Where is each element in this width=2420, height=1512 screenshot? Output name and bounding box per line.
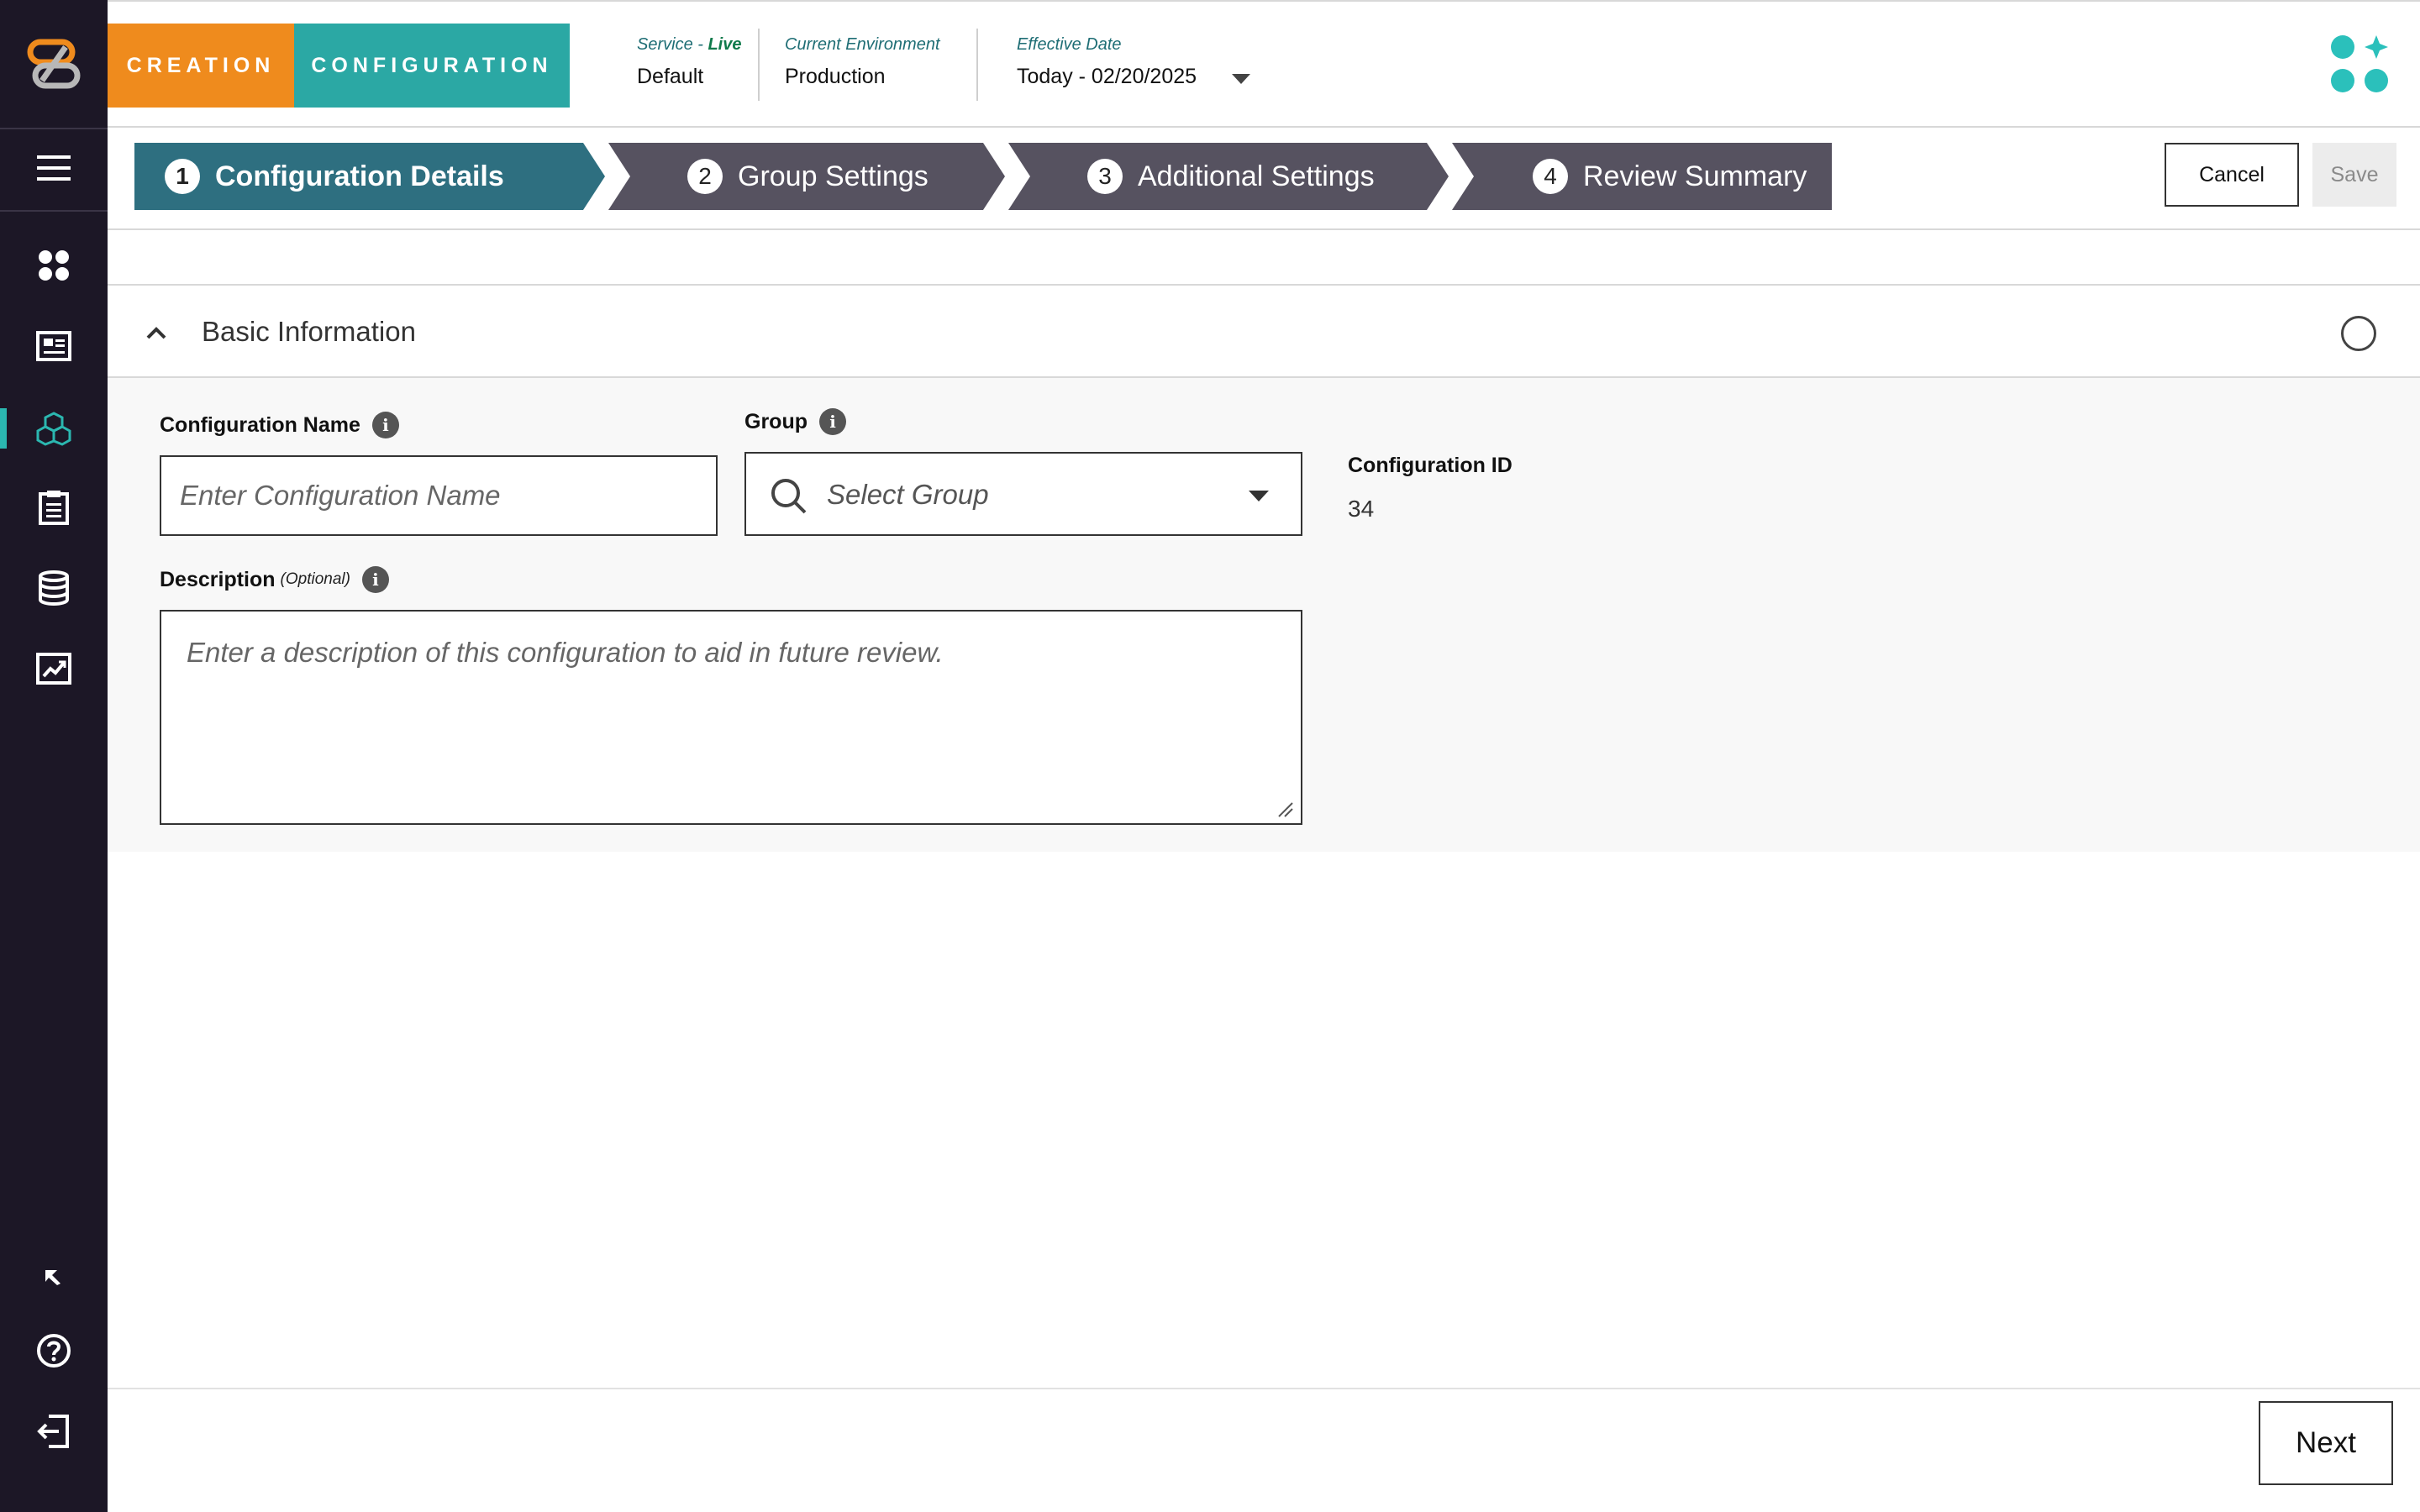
info-icon[interactable]: i [371,412,399,438]
header-separator [758,29,760,101]
effective-date-value[interactable]: Today - 02/20/2025 [1017,65,1197,89]
group-label: Group i [744,408,846,435]
optional-tag: (Optional) [280,570,350,588]
active-indicator [0,408,7,449]
save-button[interactable]: Save [2312,143,2396,207]
brand-creation: CREATION [108,24,294,108]
collapse-sidebar-icon[interactable] [30,1253,77,1300]
step-number: 1 [165,159,200,194]
step-group-settings[interactable]: 2 Group Settings [687,143,929,210]
config-id-value: 34 [1348,496,1375,522]
brand-configuration: CONFIGURATION [294,24,570,108]
step-additional-settings[interactable]: 3 Additional Settings [1087,143,1375,210]
search-icon [770,477,808,520]
service-status: Live [708,35,742,54]
sidebar [0,0,108,1512]
service-value: Default [637,65,704,88]
step-number: 4 [1533,159,1568,194]
config-name-input[interactable] [160,455,718,536]
wizard-stepper-bar: 1 Configuration Details 2 Group Settings… [108,128,2420,230]
environment-label: Current Environment [785,35,940,54]
step-label: Group Settings [738,160,929,192]
step-configuration-details[interactable]: 1 Configuration Details [165,143,504,210]
top-header: CREATION CONFIGURATION Service - Live De… [108,0,2420,128]
chevron-up-icon[interactable] [139,316,173,349]
help-icon[interactable] [30,1327,77,1374]
group-select[interactable]: Select Group [744,452,1302,536]
app-logo[interactable] [25,37,82,91]
service-info: Service - Live Default [637,35,742,89]
section-status-icon [2341,316,2376,351]
step-label: Additional Settings [1138,160,1375,192]
environment-info: Current Environment Production [785,35,940,89]
menu-icon[interactable] [30,144,77,192]
environment-value: Production [785,65,886,88]
clipboard-icon[interactable] [30,484,77,531]
apps-launcher-icon[interactable] [2329,34,2393,97]
chart-icon[interactable] [30,645,77,692]
sidebar-divider [0,210,108,212]
group-select-placeholder: Select Group [827,479,989,510]
config-name-label: Configuration Name i [160,412,399,438]
logout-icon[interactable] [30,1408,77,1455]
section-title: Basic Information [202,316,416,347]
effective-date-label: Effective Date [1017,35,1122,54]
dashboard-icon[interactable] [30,242,77,289]
cancel-button[interactable]: Cancel [2165,143,2299,207]
sidebar-divider [0,128,108,129]
config-id-label: Configuration ID [1348,454,1512,477]
cubes-icon[interactable] [30,405,77,452]
next-button[interactable]: Next [2259,1401,2393,1485]
step-number: 2 [687,159,723,194]
footer-bar: Next [108,1388,2420,1512]
effective-date-picker[interactable]: Effective Date Today - 02/20/2025 [1017,35,1197,89]
info-icon[interactable]: i [361,566,389,593]
service-label: Service - Live [637,35,742,54]
chevron-down-icon[interactable] [1249,491,1269,501]
header-separator [976,29,978,101]
database-icon[interactable] [30,564,77,612]
step-label: Review Summary [1583,160,1807,192]
step-number: 3 [1087,159,1123,194]
resize-handle-icon[interactable] [1276,800,1294,818]
step-review-summary[interactable]: 4 Review Summary [1533,143,1807,210]
description-label: Description (Optional) i [160,566,389,593]
basic-information-header[interactable]: Basic Information [108,284,2420,378]
step-label: Configuration Details [215,160,504,192]
news-icon[interactable] [30,323,77,370]
info-icon[interactable]: i [819,408,846,435]
description-textarea[interactable] [160,610,1302,825]
chevron-down-icon[interactable] [1232,74,1250,84]
